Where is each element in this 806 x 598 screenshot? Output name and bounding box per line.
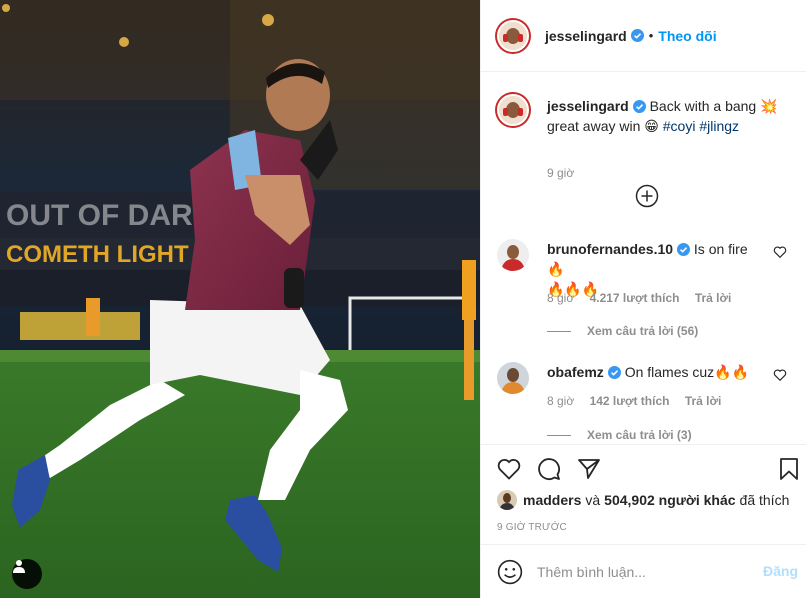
avatar[interactable] xyxy=(495,17,531,54)
bookmark-icon[interactable] xyxy=(777,457,801,481)
post-author-username[interactable]: jesselingard xyxy=(545,28,627,44)
post-comment-button[interactable]: Đăng xyxy=(763,563,798,579)
post-header: jesselingard • Theo dõi xyxy=(481,0,806,72)
commenter-username[interactable]: obafemz xyxy=(547,364,604,380)
view-replies-button[interactable]: Xem câu trả lời (3) xyxy=(547,428,692,442)
comments-section[interactable]: jesselingard Back with a bang 💥 great aw… xyxy=(481,72,806,444)
follow-separator: • xyxy=(648,28,654,43)
verified-icon xyxy=(677,243,691,256)
comment-icon[interactable] xyxy=(537,457,561,481)
comment-meta: 8 giờ 142 lượt thích Trả lời xyxy=(547,394,733,408)
caption-text: jesselingard Back with a bang 💥 great aw… xyxy=(547,96,792,136)
commenter-username[interactable]: brunofernandes.10 xyxy=(547,241,673,257)
reply-button[interactable]: Trả lời xyxy=(685,394,722,408)
add-comment-bar: Đăng xyxy=(481,544,806,598)
comment-body: On flames cuz🔥🔥 xyxy=(624,364,750,380)
likes-summary: madders và 504,902 người khác đã thích xyxy=(497,490,789,510)
liker-avatar[interactable] xyxy=(497,490,517,510)
caption-line2: great away win 😁 xyxy=(547,118,659,134)
view-replies-label: Xem câu trả lời (56) xyxy=(587,324,699,338)
comment-likes[interactable]: 142 lượt thích xyxy=(590,394,670,408)
replies-divider xyxy=(547,330,571,332)
heart-icon[interactable] xyxy=(773,245,787,259)
share-icon[interactable] xyxy=(577,457,601,481)
comment-input[interactable] xyxy=(537,561,747,583)
plus-circle-icon[interactable] xyxy=(635,184,659,208)
caption-avatar[interactable] xyxy=(495,92,531,128)
view-replies-label: Xem câu trả lời (3) xyxy=(587,428,692,442)
commenter-avatar[interactable] xyxy=(497,239,529,271)
commenter-avatar-image xyxy=(497,362,529,394)
caption-username[interactable]: jesselingard xyxy=(547,98,629,114)
comment-time[interactable]: 8 giờ xyxy=(547,394,574,408)
post-photo[interactable]: OUT OF DARKNESS COMETH LIGHT xyxy=(0,0,480,598)
heart-icon[interactable] xyxy=(497,457,521,481)
post-side-panel: jesselingard • Theo dõi jesselingard Bac… xyxy=(480,0,806,598)
follow-button[interactable]: Theo dõi xyxy=(658,28,716,44)
heart-icon[interactable] xyxy=(773,368,787,382)
caption-avatar-image xyxy=(499,96,527,124)
user-tag-button[interactable] xyxy=(12,559,42,589)
likes-count[interactable]: 504,902 người khác xyxy=(604,492,735,508)
comment-text: brunofernandes.10 Is on fire 🔥 🔥🔥🔥 xyxy=(547,239,762,299)
hashtag-coyi[interactable]: #coyi xyxy=(663,118,696,134)
caption-line1: Back with a bang 💥 xyxy=(649,98,778,114)
caption-timestamp[interactable]: 9 giờ xyxy=(547,166,574,180)
svg-text:COMETH LIGHT: COMETH LIGHT xyxy=(6,241,189,268)
comment-time[interactable]: 8 giờ xyxy=(547,291,574,305)
post-actions: madders và 504,902 người khác đã thích 9… xyxy=(481,444,806,544)
verified-icon xyxy=(630,29,644,42)
commenter-avatar-image xyxy=(497,239,529,271)
liker-joiner: và xyxy=(585,492,601,508)
reply-button[interactable]: Trả lời xyxy=(695,291,732,305)
photo-illustration: OUT OF DARKNESS COMETH LIGHT xyxy=(0,0,480,598)
replies-divider xyxy=(547,434,571,436)
liker-avatar-image xyxy=(497,490,517,510)
comment-text: obafemz On flames cuz🔥🔥 xyxy=(547,362,762,382)
liked-suffix: đã thích xyxy=(739,492,790,508)
emoji-icon[interactable] xyxy=(497,559,523,585)
liker-username[interactable]: madders xyxy=(523,492,581,508)
hashtag-jlingz[interactable]: #jlingz xyxy=(699,118,739,134)
view-replies-button[interactable]: Xem câu trả lời (56) xyxy=(547,324,698,338)
comment-meta: 8 giờ 4.217 lượt thích Trả lời xyxy=(547,291,743,305)
user-tag-icon xyxy=(13,560,25,573)
post-time-ago[interactable]: 9 GIỜ TRƯỚC xyxy=(497,522,567,533)
avatar-image xyxy=(499,21,527,50)
verified-icon xyxy=(607,366,621,379)
verified-icon xyxy=(632,100,646,113)
comment-likes[interactable]: 4.217 lượt thích xyxy=(590,291,680,305)
commenter-avatar[interactable] xyxy=(497,362,529,394)
